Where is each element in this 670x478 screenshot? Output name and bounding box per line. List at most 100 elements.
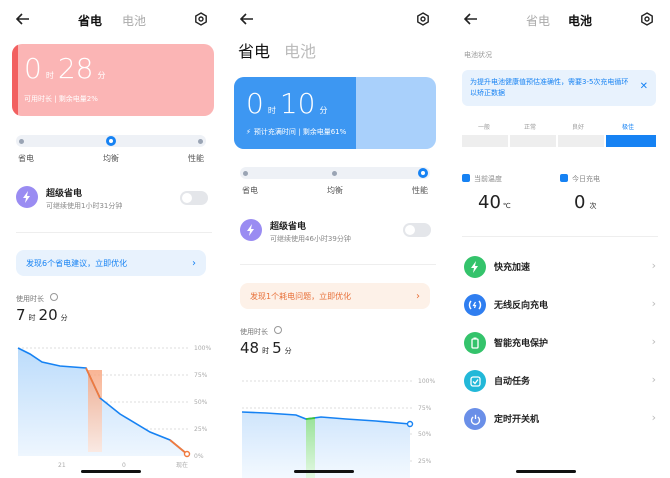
gear-icon[interactable] [636, 8, 658, 30]
usage-hours-unit: 时 [28, 314, 36, 322]
y-tick: 50% [418, 431, 432, 438]
y-tick: 25% [418, 458, 432, 465]
row-fast-charge[interactable]: 快充加速 › [452, 254, 670, 284]
close-icon[interactable]: ✕ [640, 81, 648, 92]
tab-power-saving[interactable]: 省电 [238, 38, 270, 62]
calibration-notice: 为提升电池健康值预估准确性，需要3-5次充电循环以矫正数据 ✕ [462, 70, 656, 106]
remain-minutes-unit: 分 [97, 71, 106, 80]
power-mode-slider[interactable] [16, 135, 206, 147]
temperature-value: 40 [478, 192, 501, 213]
notice-text: 为提升电池健康值预估准确性，需要3-5次充电循环以矫正数据 [470, 78, 629, 97]
info-icon[interactable] [274, 326, 282, 334]
mode-dot-balance[interactable] [332, 170, 337, 176]
mode-dot-save[interactable] [19, 138, 24, 144]
gear-icon[interactable] [412, 8, 434, 30]
charge-minutes-unit: 分 [319, 106, 328, 115]
power-icon [464, 408, 486, 430]
remain-hours-unit: 时 [45, 71, 54, 80]
drain-issue-banner[interactable]: 发现1个耗电问题，立即优化 › [240, 283, 430, 309]
home-indicator[interactable] [81, 470, 141, 473]
x-tick: 0 [122, 462, 126, 469]
chevron-right-icon: › [651, 297, 656, 310]
remain-hours: 0 [24, 52, 42, 85]
back-arrow-icon[interactable] [460, 8, 482, 30]
charge-hours-unit: 时 [267, 106, 276, 115]
chevron-right-icon: › [651, 373, 656, 386]
battery-icon [560, 174, 568, 182]
health-level-label: 良好 [572, 124, 585, 131]
row-label: 智能充电保护 [494, 339, 549, 349]
back-arrow-icon[interactable] [236, 8, 258, 30]
usage-label: 使用时长 [240, 328, 268, 336]
gear-icon[interactable] [190, 8, 212, 30]
tab-battery[interactable]: 电池 [122, 12, 146, 29]
chevron-right-icon: › [651, 411, 656, 424]
mode-dot-save[interactable] [243, 170, 248, 176]
super-saver-toggle[interactable] [403, 223, 431, 237]
row-label: 快充加速 [494, 263, 531, 273]
usage-hours-unit: 时 [262, 347, 270, 355]
tab-power-saving[interactable]: 省电 [78, 12, 102, 29]
high-drain-segment [88, 370, 102, 452]
mode-knob-balance[interactable] [106, 136, 116, 146]
usage-hours: 7 [16, 306, 26, 324]
battery-usage-chart: 100% 75% 50% 25% 0% 21 0 现在 [17, 345, 211, 469]
current-point [406, 420, 414, 428]
tab-power-saving[interactable]: 省电 [526, 12, 550, 29]
mode-label-perf: 性能 [188, 154, 204, 163]
super-saver-subtitle: 可继续使用46小时39分钟 [270, 235, 351, 243]
lightning-icon: ⚡ [246, 128, 251, 136]
divider [462, 236, 658, 237]
home-indicator[interactable] [294, 470, 354, 473]
usage-hours: 48 [240, 339, 260, 357]
mode-dot-perf[interactable] [198, 138, 203, 144]
super-saver-title: 超级省电 [46, 189, 83, 199]
row-auto-task[interactable]: 自动任务 › [452, 368, 670, 398]
usage-minutes: 5 [272, 339, 282, 357]
lightning-icon [16, 186, 38, 208]
mode-label-balance: 均衡 [103, 154, 119, 163]
divider [16, 232, 212, 233]
row-scheduled-power[interactable]: 定时开关机 › [452, 406, 670, 436]
issue-text: 发现1个耗电问题，立即优化 [250, 291, 352, 301]
health-segment [558, 135, 604, 147]
charge-hours: 0 [246, 87, 264, 120]
health-level-label-active: 极佳 [622, 124, 635, 131]
health-level-label: 一般 [478, 124, 491, 131]
y-tick: 100% [194, 345, 211, 352]
current-point [183, 450, 191, 458]
home-indicator[interactable] [516, 470, 576, 473]
battery-usage-chart: 100% 75% 50% 25% [241, 378, 435, 478]
y-tick: 100% [418, 378, 435, 385]
super-saver-toggle[interactable] [180, 191, 208, 205]
row-reverse-wireless[interactable]: 无线反向充电 › [452, 292, 670, 322]
today-charge-value: 0 [574, 192, 586, 213]
chevron-right-icon: › [416, 290, 420, 302]
tab-battery[interactable]: 电池 [568, 12, 592, 29]
today-charge-label: 今日充电 [572, 175, 600, 183]
row-label: 无线反向充电 [494, 301, 549, 311]
row-label: 自动任务 [494, 377, 531, 387]
health-segment [510, 135, 556, 147]
health-segment [462, 135, 508, 147]
row-smart-protection[interactable]: 智能充电保护 › [452, 330, 670, 360]
chevron-right-icon: › [192, 257, 196, 269]
usage-minutes-unit: 分 [60, 314, 68, 322]
back-arrow-icon[interactable] [12, 8, 34, 30]
battery-panel: 省电 电池 电池状况 为提升电池健康值预估准确性，需要3-5次充电循环以矫正数据… [452, 0, 670, 478]
tab-battery[interactable]: 电池 [284, 38, 316, 62]
info-icon[interactable] [50, 293, 58, 301]
mode-label-save: 省电 [242, 186, 258, 195]
chevron-right-icon: › [651, 335, 656, 348]
remain-caption: 可用时长 | 剩余电量2% [24, 95, 98, 103]
mode-label-perf: 性能 [412, 186, 428, 195]
y-tick: 25% [194, 426, 208, 433]
usage-minutes: 20 [38, 306, 58, 324]
saving-suggestion-banner[interactable]: 发现6个省电建议，立即优化 › [16, 250, 206, 276]
health-level-label: 正常 [524, 124, 537, 131]
power-mode-slider[interactable] [240, 167, 430, 179]
usage-minutes-unit: 分 [284, 347, 292, 355]
mode-label-save: 省电 [18, 154, 34, 163]
divider [240, 264, 436, 265]
mode-knob-perf[interactable] [418, 168, 428, 178]
